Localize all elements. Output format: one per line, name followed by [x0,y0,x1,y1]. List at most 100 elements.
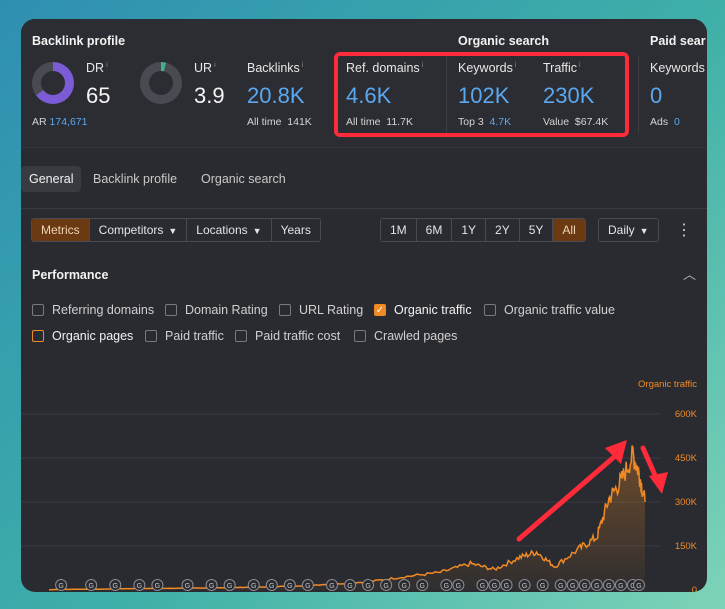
performance-chart[interactable]: Organic traffic 600K 450K 300K 150K 0 G G G G G G G G… [21,356,707,592]
dr-donut-icon [32,62,74,104]
paid-keywords-value[interactable]: 0 [650,83,662,109]
google-g-icon: G [209,583,214,590]
x-tick-label: 15 Mar 2020 [378,591,431,592]
google-g-icon: G [420,583,425,590]
google-g-icon: G [329,583,334,590]
metrics-header: Backlink profile Organic search Paid sea… [21,19,707,147]
backlinks-label[interactable]: Backlinks i [247,61,303,75]
paid-search-title: Paid sear [650,34,706,48]
google-g-icon: G [522,583,527,590]
metrics-button-group: Metrics Competitors ▼ Locations ▼ Years [31,218,321,242]
google-g-icon: G [570,583,575,590]
highlight-annotation-box [334,52,629,137]
google-g-icon: G [636,583,641,590]
backlinks-value[interactable]: 20.8K [247,83,305,109]
google-g-icon: G [540,583,545,590]
google-g-icon: G [504,583,509,590]
checkbox-domain-rating[interactable]: Domain Rating [165,303,268,317]
checkbox-url-rating[interactable]: URL Rating [279,303,363,317]
chart-svg[interactable]: Organic traffic600K450K300K150K0G G G G G G G G… [21,356,707,592]
chevron-down-icon: ▼ [168,226,178,236]
range-2y-button[interactable]: 2Y [486,219,520,241]
ar-value: AR 174,671 [32,116,88,128]
google-g-icon: G [492,583,497,590]
checkbox-referring-domains[interactable]: Referring domains [32,303,154,317]
dr-label[interactable]: DR i [86,61,108,75]
backlinks-all-time: All time 141K [247,116,312,128]
performance-title: Performance [32,268,109,282]
range-1m-button[interactable]: 1M [381,219,417,241]
x-tick-label: 2 Jun 2015 [38,591,85,592]
google-g-icon: G [383,583,388,590]
checkbox-paid-traffic[interactable]: Paid traffic [145,329,224,343]
google-g-icon: G [58,583,63,590]
google-g-icon: G [558,583,563,590]
tab-bar: General Backlink profile Organic search [21,147,707,209]
checkbox-organic-traffic[interactable]: ✓ Organic traffic [374,303,472,317]
years-button[interactable]: Years [271,219,320,241]
y-tick-label: 450K [675,453,698,464]
y-tick-label: 300K [675,497,698,508]
chevron-down-icon: ▼ [639,226,649,236]
competitors-dropdown[interactable]: Competitors ▼ [89,219,188,241]
google-g-icon: G [365,583,370,590]
google-g-icon: G [456,583,461,590]
check-icon: ✓ [374,304,386,316]
google-g-icon: G [444,583,449,590]
y-tick-label: 600K [675,409,698,420]
backlink-profile-title: Backlink profile [32,34,126,48]
google-g-icon: G [347,583,352,590]
ur-donut-icon [140,62,182,104]
x-tick-label: 23 Oct 2017 [204,591,256,592]
google-g-icon: G [606,583,611,590]
granularity-dropdown-wrap: Daily ▼ [598,218,659,242]
checkbox-organic-traffic-value[interactable]: Organic traffic value [484,303,615,317]
range-6m-button[interactable]: 6M [416,219,453,241]
google-g-icon: G [582,583,587,590]
google-g-icon: G [88,583,93,590]
locations-dropdown[interactable]: Locations ▼ [187,219,272,241]
google-g-icon: G [185,583,190,590]
checkbox-crawled-pages[interactable]: Crawled pages [354,329,457,343]
ur-label[interactable]: UR i [194,61,216,75]
google-g-icon: G [618,583,623,590]
google-g-icon: G [155,583,160,590]
checkbox-organic-pages[interactable]: Organic pages [32,329,133,343]
organic-traffic-area [49,445,646,590]
y-tick-label: 150K [675,541,698,552]
checkbox-paid-traffic-cost[interactable]: Paid traffic cost [235,329,340,343]
chevron-up-icon[interactable]: ︿ [683,264,696,283]
google-g-icon: G [227,583,232,590]
ur-value: 3.9 [194,83,225,108]
kebab-icon[interactable]: ⋮ [676,220,692,240]
dr-value: 65 [86,83,111,108]
y-tick-label: 0 [692,585,697,592]
google-g-icon: G [251,583,256,590]
overview-panel: Backlink profile Organic search Paid sea… [21,19,707,592]
series-label: Organic traffic [638,379,697,390]
range-all-button[interactable]: All [553,219,585,241]
google-g-icon: G [305,583,310,590]
paid-ads: Ads 0 [650,116,680,128]
organic-search-title: Organic search [458,34,550,48]
google-g-icon: G [287,583,292,590]
tab-organic-search[interactable]: Organic search [193,166,294,192]
tab-backlink-profile[interactable]: Backlink profile [85,166,185,192]
ar-link[interactable]: 174,671 [50,116,88,128]
granularity-dropdown[interactable]: Daily ▼ [599,219,658,241]
paid-keywords-label[interactable]: Keywords [650,61,705,75]
tabs-divider [21,208,707,209]
range-1y-button[interactable]: 1Y [452,219,487,241]
google-g-icon: G [137,583,142,590]
google-g-icon: G [113,583,118,590]
google-g-icon: G [269,583,274,590]
google-g-icon: G [480,583,485,590]
google-g-icon: G [401,583,406,590]
arrow-head-icon [649,472,668,494]
metrics-button[interactable]: Metrics [32,219,90,241]
chevron-down-icon: ▼ [252,226,262,236]
range-5y-button[interactable]: 5Y [519,219,554,241]
tab-general[interactable]: General [21,166,82,192]
range-button-group: 1M 6M 1Y 2Y 5Y All [380,218,586,242]
google-g-icon: G [594,583,599,590]
